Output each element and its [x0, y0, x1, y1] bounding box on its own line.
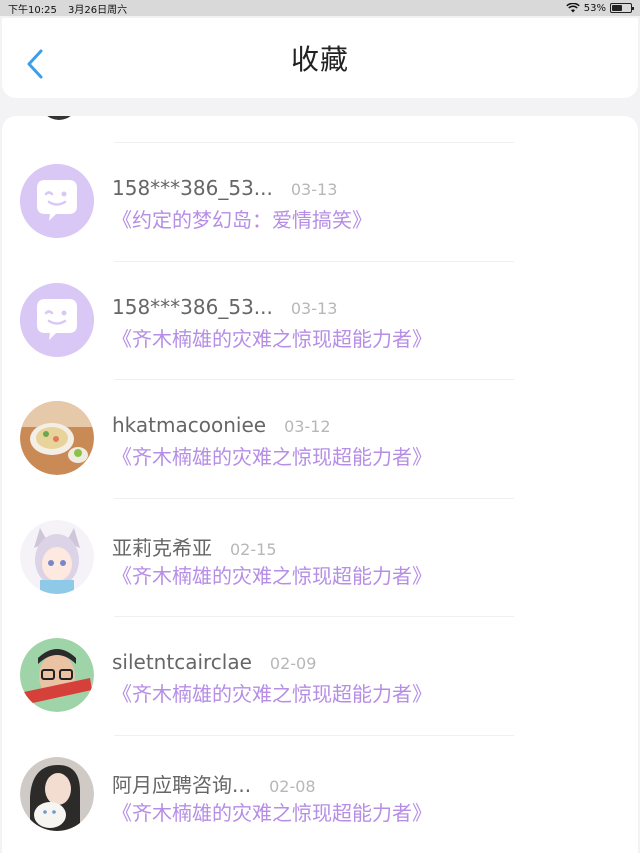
favorite-title-link[interactable]: 《齐木楠雄的灾难之惊现超能力者》 [112, 797, 432, 826]
favorite-title-link[interactable]: 《约定的梦幻岛：爱情搞笑》 [112, 204, 372, 233]
name-line: 亚莉克希亚 02-15 [112, 532, 277, 561]
status-bar: 下午10:25 3月26日周六 53% [0, 0, 640, 16]
row-divider [114, 260, 514, 262]
item-date: 02-15 [230, 539, 277, 559]
user-name[interactable]: 158***386_53... [112, 295, 273, 319]
row-divider [114, 734, 514, 736]
status-time: 下午10:25 [8, 4, 57, 16]
user-name[interactable]: 阿月应聘咨询... [112, 769, 251, 798]
favorite-item[interactable]: hkatmacooniee 03-12 《齐木楠雄的灾难之惊现超能力者》 [2, 383, 638, 501]
status-left: 下午10:25 3月26日周六 [8, 1, 135, 16]
row-divider [114, 142, 514, 143]
battery-icon [610, 3, 634, 13]
page-title: 收藏 [290, 43, 349, 76]
item-date: 02-08 [269, 776, 316, 796]
favorite-title-link[interactable]: 《齐木楠雄的灾难之惊现超能力者》 [112, 323, 432, 352]
favorite-item[interactable]: 亚莉克希亚 02-15 《齐木楠雄的灾难之惊现超能力者》 [2, 502, 638, 620]
favorite-title-link[interactable]: 《齐木楠雄的灾难之惊现超能力者》 [112, 678, 432, 707]
row-divider [114, 616, 514, 617]
row-divider [114, 497, 514, 499]
item-date: 02-09 [269, 654, 317, 673]
status-right: 53% [566, 2, 634, 14]
battery-percent: 53% [583, 2, 606, 14]
name-line: siletntcairclae 02-09 [112, 650, 316, 674]
favorites-list[interactable]: 158***386_53... 03-13 《约定的梦幻岛：爱情搞笑》 158***3… [2, 116, 638, 853]
avatar[interactable] [20, 638, 94, 712]
nav-bar: 收藏 [2, 18, 638, 98]
wifi-icon [566, 3, 580, 13]
favorite-item[interactable]: 158***386_53... 03-13 《齐木楠雄的灾难之惊现超能力者》 [2, 265, 638, 383]
avatar[interactable] [20, 519, 94, 594]
item-date: 03-13 [290, 180, 338, 199]
user-name[interactable]: 亚莉克希亚 [112, 532, 212, 561]
avatar[interactable] [20, 401, 94, 475]
user-name[interactable]: 158***386_53... [112, 176, 273, 200]
favorite-item[interactable]: siletntcairclae 02-09 《齐木楠雄的灾难之惊现超能力者》 [2, 620, 638, 738]
user-name[interactable]: siletntcairclae [112, 650, 252, 674]
partial-avatar [40, 116, 78, 120]
item-date: 03-13 [290, 298, 338, 318]
battery-level [612, 5, 622, 11]
favorite-title-link[interactable]: 《齐木楠雄的灾难之惊现超能力者》 [112, 441, 432, 470]
favorite-item[interactable]: 158***386_53... 03-13 《约定的梦幻岛：爱情搞笑》 [2, 146, 638, 264]
status-date: 3月26日周六 [68, 4, 128, 16]
back-button[interactable] [20, 46, 50, 82]
name-line: 158***386_53... 03-13 [112, 176, 337, 200]
favorite-title-link[interactable]: 《齐木楠雄的灾难之惊现超能力者》 [112, 560, 432, 589]
user-name[interactable]: hkatmacooniee [112, 413, 266, 437]
avatar[interactable] [20, 282, 94, 357]
avatar[interactable] [20, 756, 94, 831]
chevron-left-icon [27, 49, 43, 79]
name-line: 阿月应聘咨询... 02-08 [112, 769, 316, 798]
name-line: hkatmacooniee 03-12 [112, 413, 331, 437]
name-line: 158***386_53... 03-13 [112, 295, 337, 319]
row-divider [114, 379, 514, 380]
avatar[interactable] [20, 164, 94, 238]
favorite-item[interactable]: 阿月应聘咨询... 02-08 《齐木楠雄的灾难之惊现超能力者》 [2, 739, 638, 853]
item-date: 03-12 [284, 417, 331, 436]
